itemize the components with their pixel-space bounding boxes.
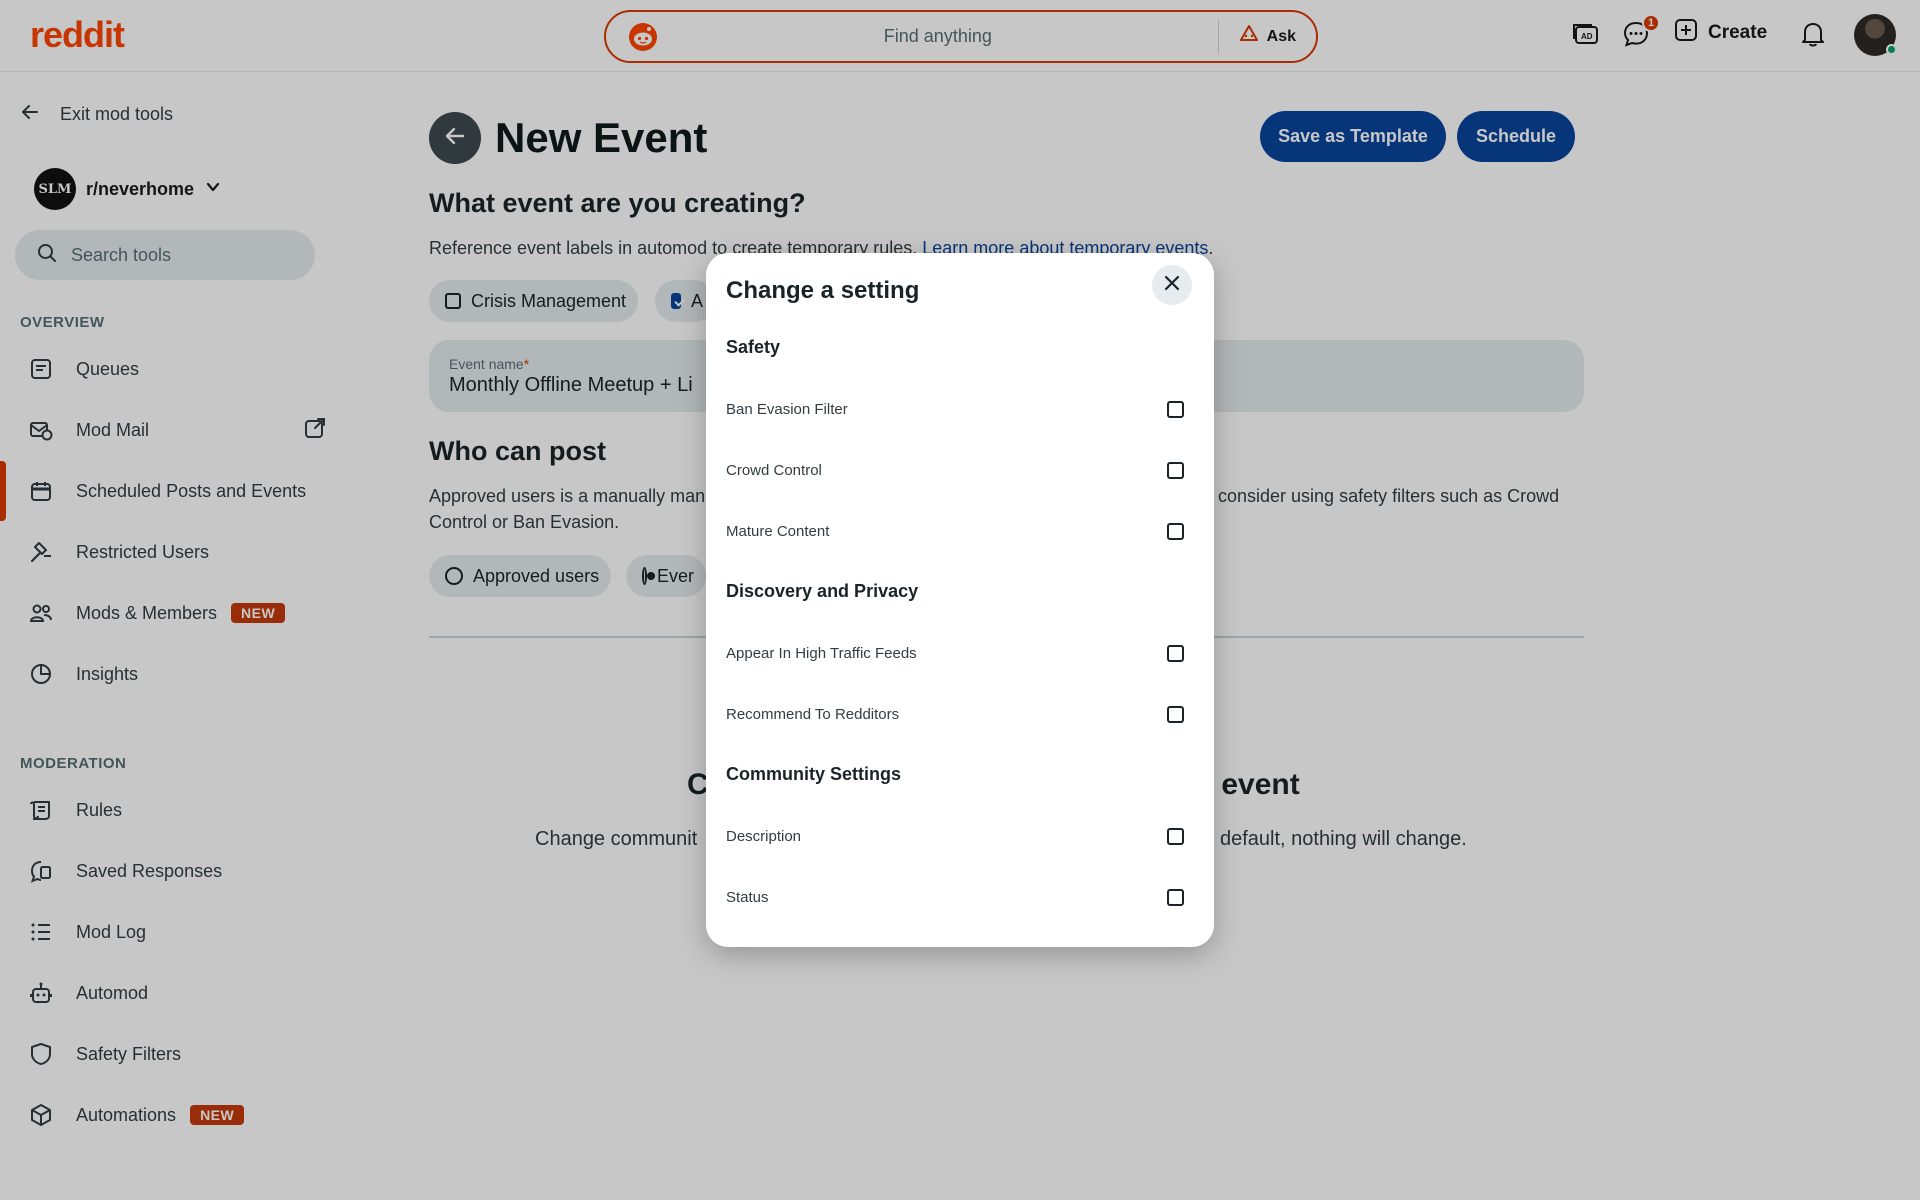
close-icon [1163, 274, 1181, 297]
setting-checkbox[interactable] [1167, 644, 1184, 662]
setting-label: Crowd Control [726, 461, 822, 479]
change-setting-modal: Change a setting Safety Ban Evasion Filt… [706, 253, 1214, 947]
setting-recommend-to-redditors[interactable]: Recommend To Redditors [726, 694, 1194, 734]
setting-checkbox[interactable] [1167, 461, 1184, 479]
setting-label: Ban Evasion Filter [726, 400, 848, 418]
setting-checkbox[interactable] [1167, 705, 1184, 723]
setting-description[interactable]: Description [726, 816, 1194, 856]
setting-checkbox[interactable] [1167, 400, 1184, 418]
modal-title: Change a setting [726, 277, 920, 304]
setting-label: Mature Content [726, 522, 830, 540]
setting-status[interactable]: Status [726, 877, 1194, 917]
setting-crowd-control[interactable]: Crowd Control [726, 450, 1194, 490]
setting-mature-content[interactable]: Mature Content [726, 511, 1194, 551]
setting-checkbox[interactable] [1167, 888, 1184, 906]
setting-ban-evasion-filter[interactable]: Ban Evasion Filter [726, 389, 1194, 429]
setting-checkbox[interactable] [1167, 827, 1184, 845]
setting-checkbox[interactable] [1167, 522, 1184, 540]
setting-label: Status [726, 888, 769, 906]
section-discovery-privacy: Discovery and Privacy [726, 581, 919, 601]
setting-label: Appear In High Traffic Feeds [726, 644, 917, 662]
section-safety: Safety [726, 337, 781, 357]
close-button[interactable] [1152, 265, 1192, 305]
setting-high-traffic-feeds[interactable]: Appear In High Traffic Feeds [726, 633, 1194, 673]
setting-label: Description [726, 827, 802, 845]
setting-label: Recommend To Redditors [726, 705, 900, 723]
section-community-settings: Community Settings [726, 764, 902, 784]
